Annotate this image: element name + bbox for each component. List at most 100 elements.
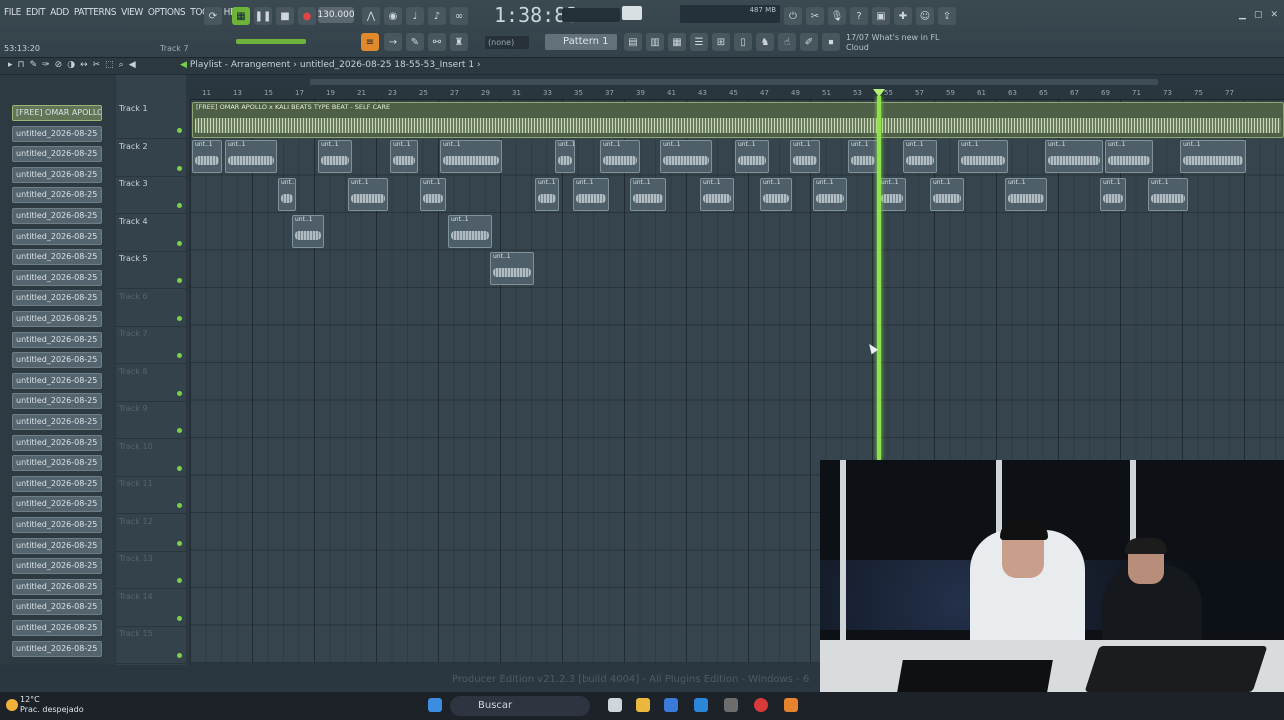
pattern-item[interactable]: untitled_2026-08-25 18- <box>12 517 102 533</box>
track-header[interactable]: Track 3 <box>116 177 186 214</box>
track-mute-led[interactable] <box>177 278 182 283</box>
track-mute-led[interactable] <box>177 203 182 208</box>
step-edit-icon[interactable]: ♪ <box>428 7 446 25</box>
audio-clip[interactable]: unt..1 <box>348 178 388 211</box>
pattern-item[interactable]: untitled_2026-08-25 18- <box>12 434 102 451</box>
pattern-item[interactable]: untitled_2026-08-25 18- <box>12 249 102 266</box>
power-icon[interactable]: ⏻ <box>784 7 802 25</box>
track-header[interactable]: Track 10 <box>116 440 186 477</box>
track-mute-led[interactable] <box>177 503 182 508</box>
audio-clip[interactable]: unt..1 <box>903 140 937 173</box>
track-header[interactable]: Track 4 <box>116 215 186 252</box>
pattern-item[interactable]: untitled_2026-08-25 18- <box>12 146 102 163</box>
audio-clip[interactable]: unt..1 <box>192 140 222 173</box>
loop-icon[interactable]: ⟳ <box>204 7 222 25</box>
file-icon[interactable]: ▯ <box>734 33 752 51</box>
weather-widget[interactable]: 12°C Prac. despejado <box>20 695 84 715</box>
cut-icon[interactable]: ✂ <box>806 7 824 25</box>
menu-file[interactable]: FILE <box>4 7 21 18</box>
plugin-db-icon[interactable]: ♞ <box>756 33 774 51</box>
track-mute-led[interactable] <box>177 428 182 433</box>
pattern-item[interactable]: untitled_2026-08-25 18- <box>12 496 102 513</box>
magnet-icon[interactable]: ⊓ <box>18 60 25 70</box>
pattern-item[interactable]: untitled_2026-08-25 18- <box>12 372 102 389</box>
audio-clip[interactable]: unt..1 <box>1005 178 1047 211</box>
opera-icon[interactable] <box>754 698 768 712</box>
tempo-display[interactable]: 130.000 <box>317 7 355 23</box>
pattern-item[interactable]: untitled_2026-08-25 18- <box>12 455 102 472</box>
audio-clip[interactable]: unt..1 <box>1180 140 1246 173</box>
pattern-item[interactable]: untitled_2026-08-25 18- <box>12 414 102 430</box>
track-header[interactable]: Track 11 <box>116 477 186 514</box>
audio-clip[interactable]: unt..1 <box>292 215 324 248</box>
track-header[interactable]: Track 6 <box>116 290 186 327</box>
audio-clip[interactable]: unt..1 <box>573 178 609 211</box>
audio-clip[interactable]: unt..1 <box>1100 178 1126 211</box>
menu-edit[interactable]: EDIT <box>26 7 46 18</box>
audio-clip[interactable]: unt..1 <box>490 252 534 285</box>
playlist-icon[interactable]: ▤ <box>624 33 642 51</box>
menu-view[interactable]: VIEW <box>121 7 143 18</box>
audio-clip[interactable]: unt..1 <box>878 178 906 211</box>
track-mute-led[interactable] <box>177 465 182 471</box>
track-mute-led[interactable] <box>177 240 182 246</box>
timeline-ruler[interactable]: 11 13 15 17 19 21 23 25 27 29 31 33 35 37 39 41 43 45 47 49… <box>190 88 1284 100</box>
track-header[interactable]: Track 8 <box>116 365 186 402</box>
audio-clip[interactable]: unt..1 <box>700 178 734 211</box>
stamp-icon[interactable]: ♜ <box>450 33 468 51</box>
audio-clip[interactable]: unt..1 <box>440 140 502 173</box>
track-header[interactable]: Track 1 <box>116 102 186 139</box>
mic-icon[interactable]: 🎙 <box>828 7 846 25</box>
track-mute-led[interactable] <box>177 653 182 658</box>
pattern-item[interactable]: untitled_2026-08-25 18- <box>12 578 102 595</box>
pattern-item[interactable]: untitled_2026-08-25 18- <box>12 599 102 616</box>
app-icon[interactable] <box>724 698 738 712</box>
audio-clip[interactable]: unt..1 <box>735 140 769 173</box>
paint-icon[interactable]: ✑ <box>42 60 50 70</box>
store-icon[interactable] <box>664 698 678 712</box>
audio-clip[interactable]: unt..1 <box>1105 140 1153 173</box>
pattern-item[interactable]: untitled_2026-08-25 18- <box>12 290 102 307</box>
audio-clip-main[interactable]: [FREE] OMAR APOLLO x KALI BEATS TYPE BEA… <box>192 102 1284 138</box>
export-icon[interactable]: ⇪ <box>938 7 956 25</box>
link-icon[interactable]: ⚯ <box>428 33 446 51</box>
slip-icon[interactable]: ↔ <box>80 60 88 70</box>
track-mute-led[interactable] <box>177 390 182 396</box>
brush-icon[interactable]: ✎ <box>406 33 424 51</box>
menu-patterns[interactable]: PATTERNS <box>74 7 117 18</box>
file-explorer-icon[interactable] <box>636 698 650 712</box>
track-mute-led[interactable] <box>177 128 182 133</box>
audio-clip[interactable]: unt..1 <box>790 140 820 173</box>
audio-clip[interactable]: unt..1 <box>958 140 1008 173</box>
minimize-icon[interactable]: ▁ <box>1239 10 1246 20</box>
pause-button[interactable]: ❚❚ <box>254 7 272 25</box>
delete-icon[interactable]: ⊘ <box>55 60 63 70</box>
edge-icon[interactable] <box>694 698 708 712</box>
playlist-scrollbar[interactable] <box>310 79 1158 85</box>
audio-clip[interactable]: unt..1 <box>813 178 847 211</box>
touch-icon[interactable]: ☝ <box>778 33 796 51</box>
track-header[interactable]: Track 7 <box>116 327 186 364</box>
master-volume-slider[interactable] <box>236 39 306 44</box>
countdown-icon[interactable]: ♩ <box>406 7 424 25</box>
pattern-item[interactable]: untitled_2026-08-25 18- <box>12 208 102 224</box>
plugin-icon[interactable]: ✚ <box>894 7 912 25</box>
maximize-icon[interactable]: ▢ <box>1254 10 1263 20</box>
pattern-item[interactable]: untitled_2026-08-25 18- <box>12 187 102 204</box>
audio-clip[interactable]: unt..1 <box>930 178 964 211</box>
stop-button[interactable]: ■ <box>276 7 294 25</box>
zoom-icon[interactable]: ⌕ <box>119 60 124 70</box>
audio-clip[interactable]: unt..1 <box>278 178 296 211</box>
pattern-item[interactable]: untitled_2026-08-25 18- <box>12 352 102 369</box>
pattern-item[interactable]: untitled_2026-08-25 18- <box>12 640 102 657</box>
draw-icon[interactable]: ✎ <box>30 60 38 70</box>
track-mute-led[interactable] <box>177 353 182 358</box>
track-header[interactable]: Track 15 <box>116 627 186 664</box>
pattern-item[interactable]: untitled_2026-08-25 18- <box>12 558 102 575</box>
audio-clip[interactable]: unt..1 <box>848 140 878 173</box>
audio-clip[interactable]: unt..1 <box>535 178 559 211</box>
track-mute-led[interactable] <box>177 578 182 583</box>
song-mode-button[interactable]: ▦ <box>232 7 250 25</box>
pattern-item[interactable]: untitled_2026-08-25 18- <box>12 331 102 348</box>
audio-clip[interactable]: unt..1 <box>630 178 666 211</box>
